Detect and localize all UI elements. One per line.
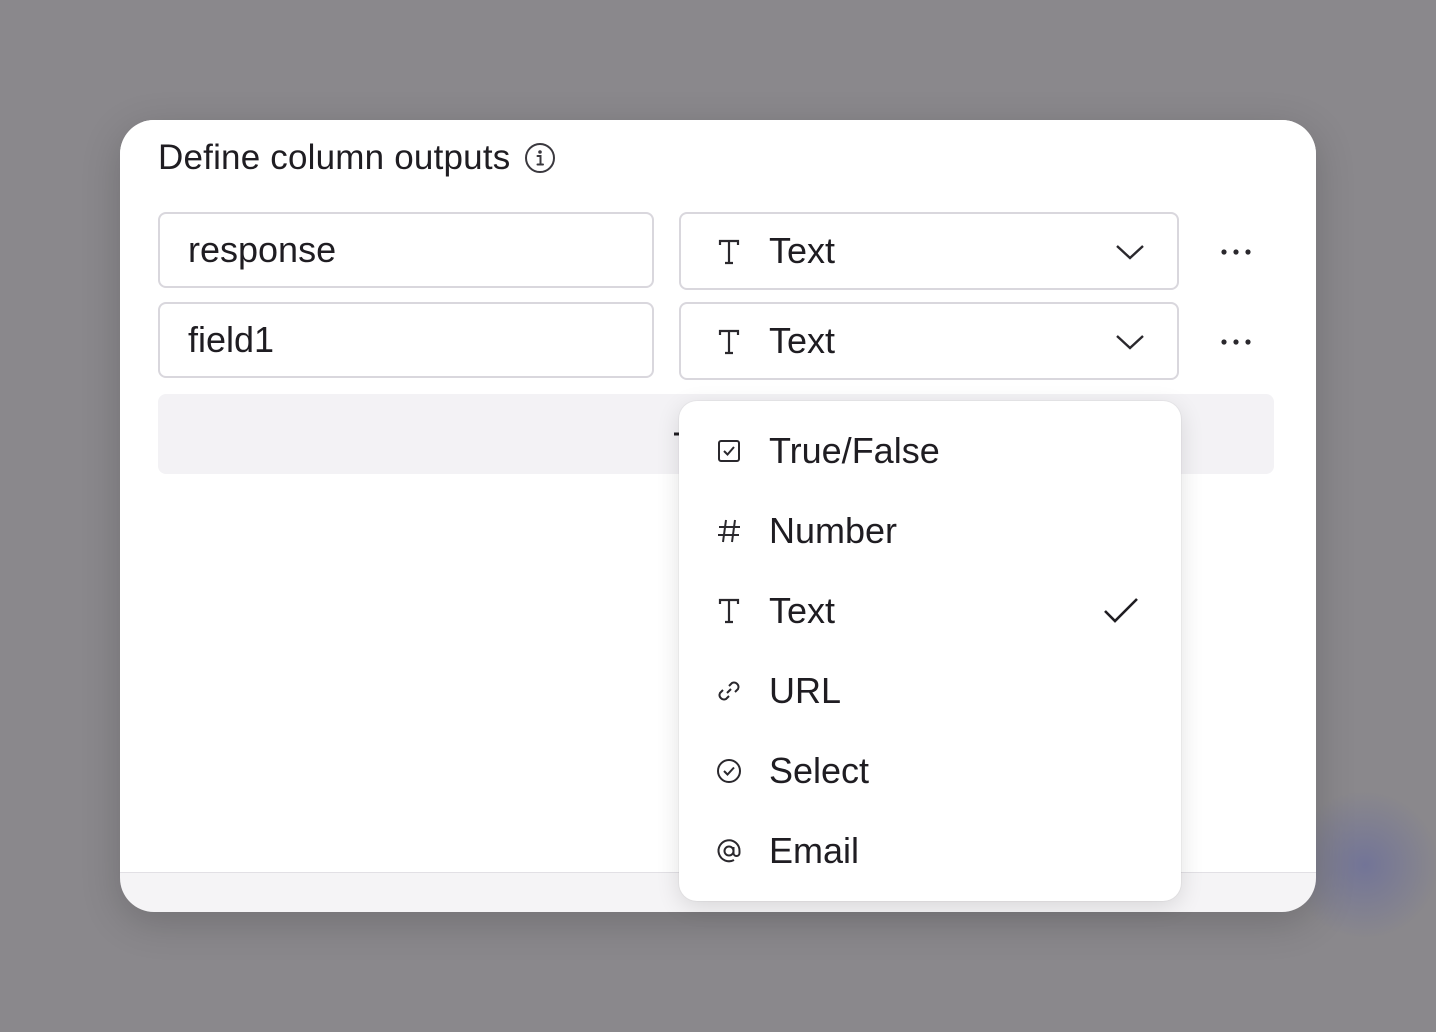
more-horizontal-icon	[1221, 339, 1251, 345]
modal-header: Define column outputs	[158, 138, 556, 178]
at-icon	[717, 839, 741, 863]
column-type-dropdown: True/False Number Text URL Select Email	[679, 401, 1181, 901]
output-row: Text	[158, 212, 1278, 292]
dropdown-option-email[interactable]: Email	[679, 811, 1181, 891]
checkbox-icon	[718, 440, 740, 462]
check-icon	[1104, 598, 1138, 623]
info-circle-icon[interactable]	[524, 142, 556, 174]
chevron-down-icon	[1116, 335, 1144, 350]
row-more-button[interactable]	[1216, 322, 1256, 362]
dropdown-option-select[interactable]: Select	[679, 731, 1181, 811]
dropdown-option-number[interactable]: Number	[679, 491, 1181, 571]
dropdown-option-url[interactable]: URL	[679, 651, 1181, 731]
column-type-label: Text	[769, 230, 836, 271]
option-label: Select	[769, 750, 870, 791]
output-row: Text	[158, 302, 1278, 382]
option-label: Number	[769, 510, 898, 551]
option-label: True/False	[769, 430, 940, 471]
column-type-select[interactable]: Text	[679, 302, 1179, 380]
text-type-icon	[718, 329, 740, 355]
dropdown-option-text[interactable]: Text	[679, 571, 1181, 651]
text-type-icon	[718, 239, 740, 265]
chevron-down-icon	[1116, 245, 1144, 260]
row-more-button[interactable]	[1216, 232, 1256, 272]
text-type-icon	[718, 598, 740, 624]
column-type-label: Text	[769, 320, 836, 361]
check-circle-icon	[717, 759, 741, 783]
column-name-input[interactable]	[158, 302, 654, 378]
option-label: Email	[769, 830, 860, 871]
column-name-input[interactable]	[158, 212, 654, 288]
modal-title: Define column outputs	[158, 138, 511, 177]
option-label: URL	[769, 670, 842, 711]
link-icon	[718, 681, 740, 701]
more-horizontal-icon	[1221, 249, 1251, 255]
column-type-select[interactable]: Text	[679, 212, 1179, 290]
dropdown-option-true-false[interactable]: True/False	[679, 411, 1181, 491]
hash-icon	[718, 519, 740, 543]
option-label: Text	[769, 590, 836, 631]
